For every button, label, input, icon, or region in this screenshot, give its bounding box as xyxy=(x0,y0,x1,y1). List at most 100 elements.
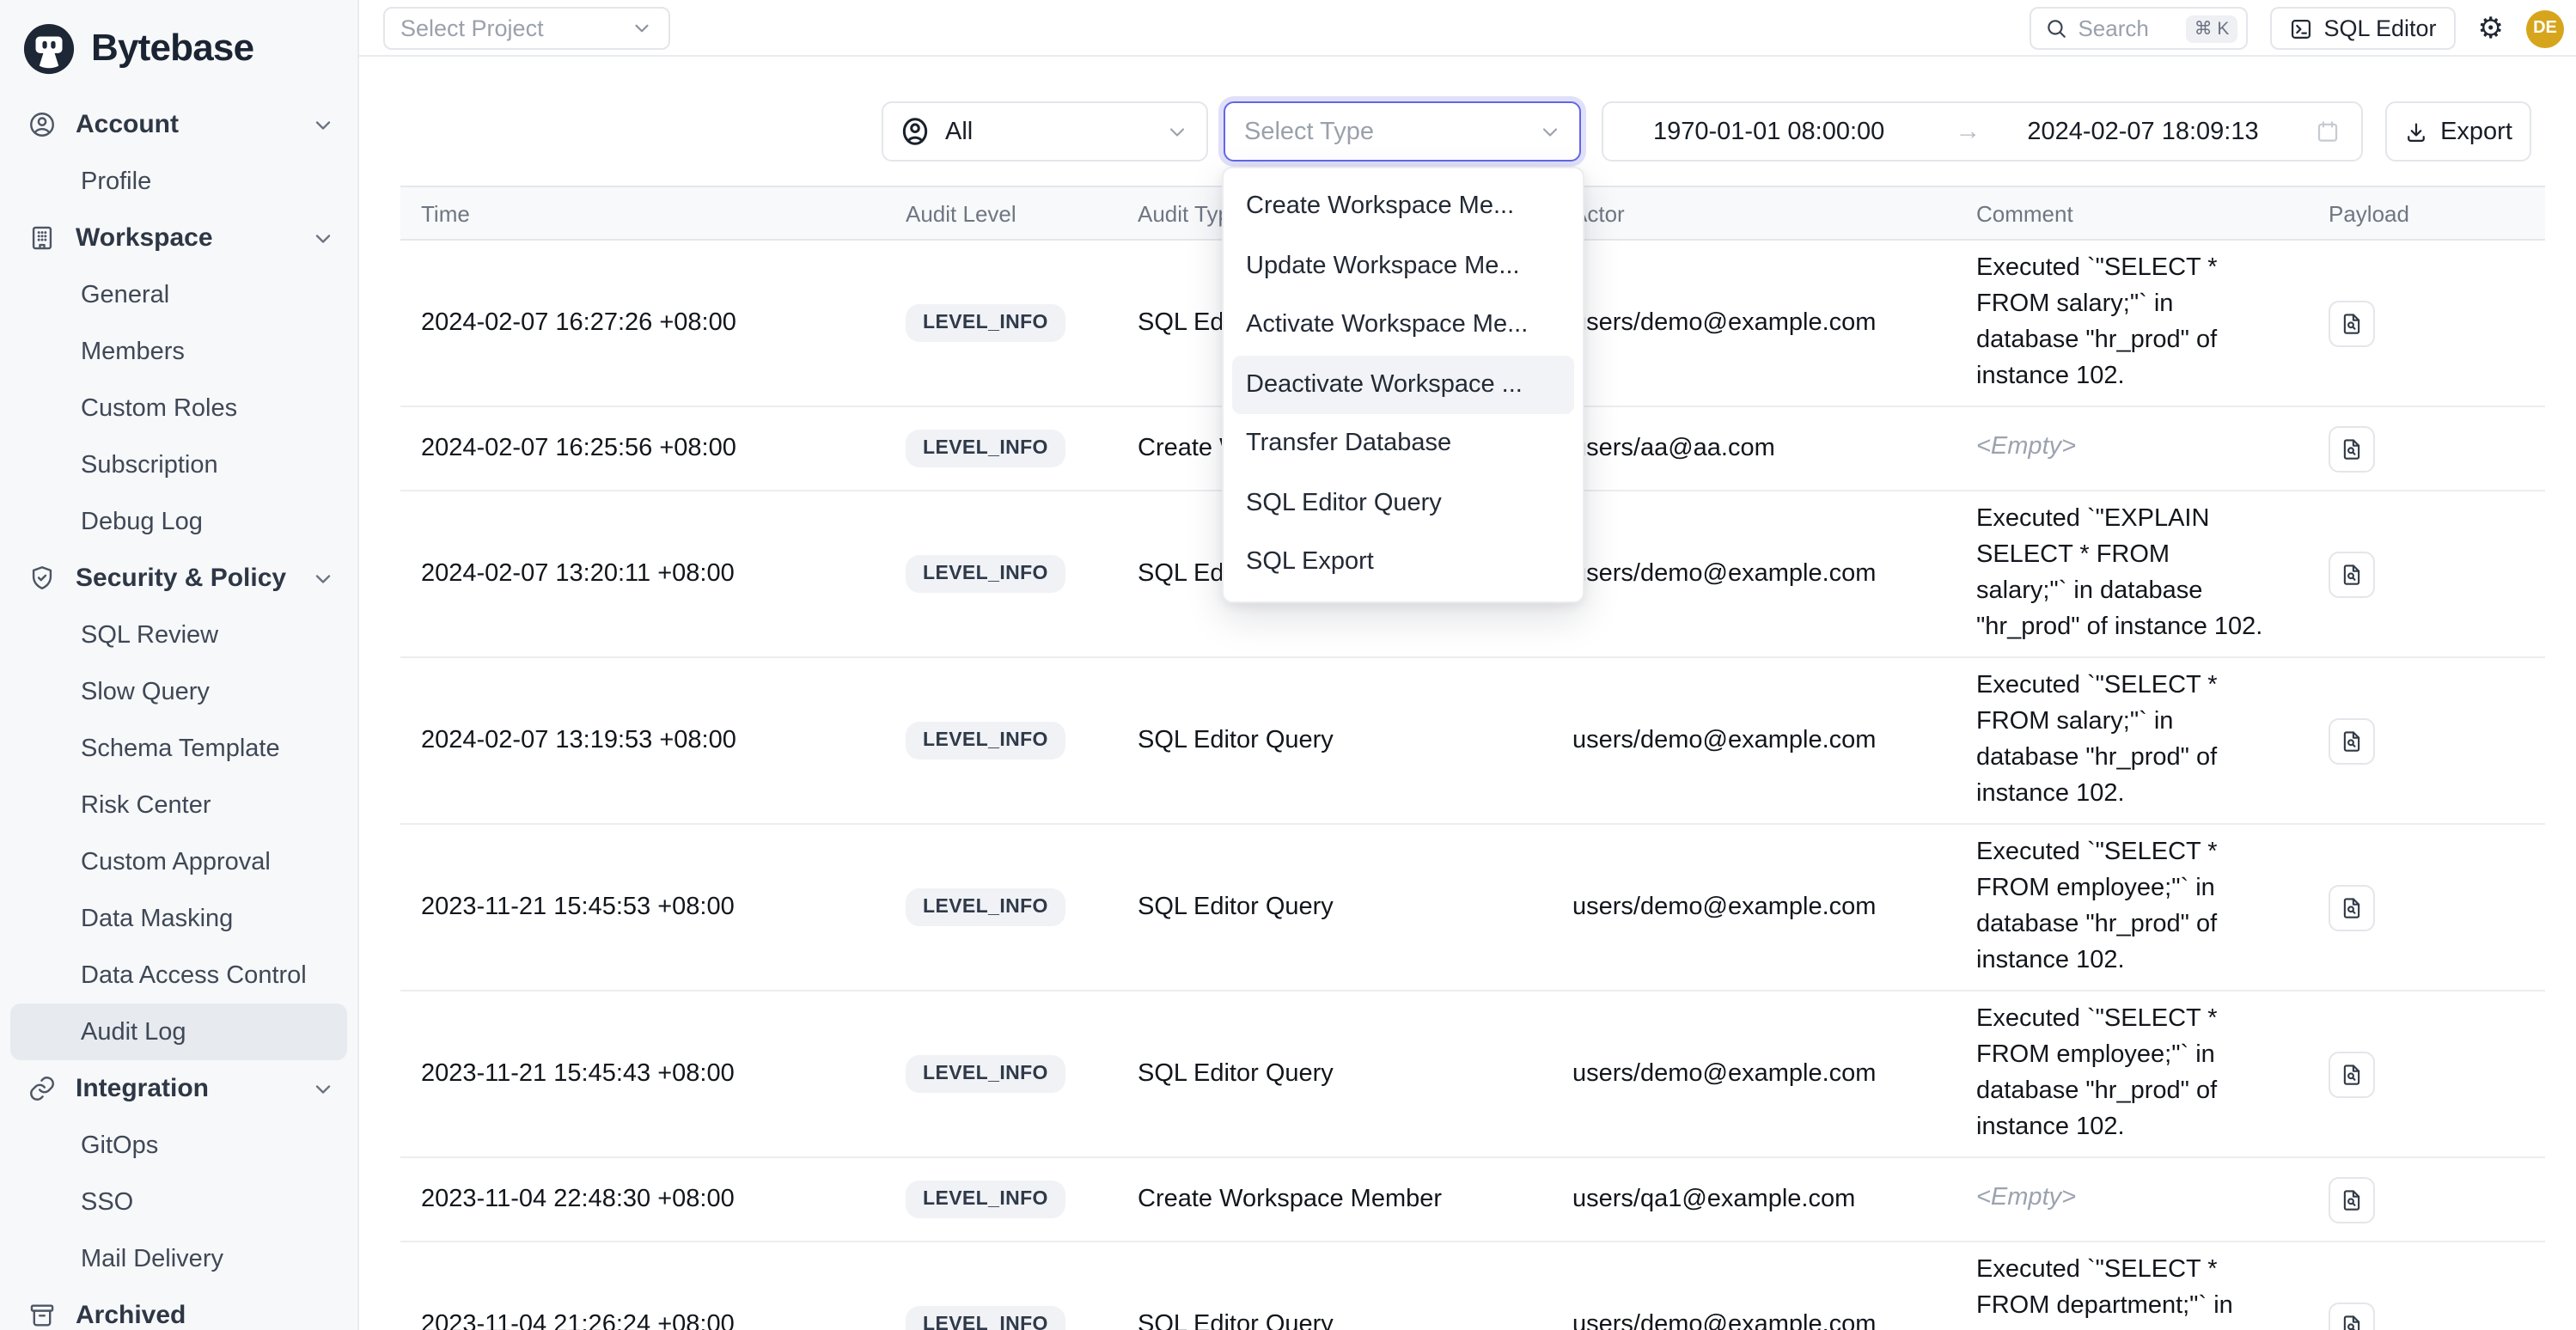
bytebase-app: Bytebase Account Profile Workspace Gener… xyxy=(0,0,2576,1330)
sidebar-item-debug-log[interactable]: Debug Log xyxy=(0,493,357,550)
sidebar-item-schema-template[interactable]: Schema Template xyxy=(0,720,357,777)
brand-name: Bytebase xyxy=(91,26,253,70)
level-badge: LEVEL_INFO xyxy=(906,888,1065,926)
level-badge: LEVEL_INFO xyxy=(906,1055,1065,1093)
cell-time: 2024-02-07 13:19:53 +08:00 xyxy=(421,727,906,754)
table-row: 2023-11-04 22:48:30 +08:00 LEVEL_INFO Cr… xyxy=(400,1158,2545,1242)
logo-row[interactable]: Bytebase xyxy=(0,0,357,96)
payload-view-button[interactable] xyxy=(2329,551,2375,597)
cell-actor: users/demo@example.com xyxy=(1572,309,1976,337)
sidebar-item-slow-query[interactable]: Slow Query xyxy=(0,663,357,720)
type-filter-dropdown: Create Workspace Me... Update Workspace … xyxy=(1222,167,1584,602)
sidebar-item-account[interactable]: Account xyxy=(0,96,357,153)
menu-item-transfer-database[interactable]: Transfer Database xyxy=(1224,414,1583,473)
cell-level: LEVEL_INFO xyxy=(906,1181,1138,1218)
payload-view-button[interactable] xyxy=(2329,300,2375,346)
link-icon xyxy=(27,1074,57,1103)
sql-editor-button[interactable]: SQL Editor xyxy=(2270,7,2455,50)
sidebar-item-sql-review[interactable]: SQL Review xyxy=(0,607,357,663)
sidebar-item-gitops[interactable]: GitOps xyxy=(0,1117,357,1174)
export-button[interactable]: Export xyxy=(2385,101,2531,162)
cell-actor: users/demo@example.com xyxy=(1572,1060,1976,1088)
sidebar-item-archived[interactable]: Archived xyxy=(0,1287,357,1330)
building-icon xyxy=(27,223,57,253)
menu-item-create-workspace-member[interactable]: Create Workspace Me... xyxy=(1224,177,1583,236)
sidebar-item-data-access-control[interactable]: Data Access Control xyxy=(0,947,357,1004)
sidebar-item-risk-center[interactable]: Risk Center xyxy=(0,777,357,833)
file-search-icon xyxy=(2339,1312,2365,1330)
col-audit-level: Audit Level xyxy=(906,200,1138,226)
project-select[interactable]: Select Project xyxy=(383,7,670,50)
payload-view-button[interactable] xyxy=(2329,425,2375,472)
chevron-down-icon xyxy=(311,1077,335,1101)
cell-level: LEVEL_INFO xyxy=(906,722,1138,760)
col-payload: Payload xyxy=(2329,200,2545,226)
level-badge: LEVEL_INFO xyxy=(906,304,1065,342)
cell-level: LEVEL_INFO xyxy=(906,1306,1138,1330)
payload-view-button[interactable] xyxy=(2329,1176,2375,1223)
sidebar-item-members[interactable]: Members xyxy=(0,323,357,380)
gear-icon[interactable]: ⚙ xyxy=(2478,14,2505,43)
date-range-picker[interactable]: 1970-01-01 08:00:00 → 2024-02-07 18:09:1… xyxy=(1602,101,2363,162)
sidebar-item-general[interactable]: General xyxy=(0,266,357,323)
menu-item-activate-workspace-member[interactable]: Activate Workspace Me... xyxy=(1224,296,1583,355)
menu-item-sql-export[interactable]: SQL Export xyxy=(1224,533,1583,592)
menu-item-deactivate-workspace-member[interactable]: Deactivate Workspace ... xyxy=(1232,355,1574,414)
sidebar-item-data-masking[interactable]: Data Masking xyxy=(0,890,357,947)
file-search-icon xyxy=(2339,1061,2365,1087)
cell-type: SQL Editor Query xyxy=(1138,1060,1572,1088)
payload-view-button[interactable] xyxy=(2329,1302,2375,1330)
cell-level: LEVEL_INFO xyxy=(906,304,1138,342)
user-circle-icon xyxy=(27,110,57,139)
topbar-right: Search ⌘ K SQL Editor ⚙ DE xyxy=(2030,0,2564,57)
table-row: 2023-11-21 15:45:53 +08:00 LEVEL_INFO SQ… xyxy=(400,825,2545,991)
table-row: 2023-11-04 21:26:24 +08:00 LEVEL_INFO SQ… xyxy=(400,1242,2545,1330)
sidebar-item-subscription[interactable]: Subscription xyxy=(0,436,357,493)
col-comment: Comment xyxy=(1976,200,2329,226)
level-badge: LEVEL_INFO xyxy=(906,1306,1065,1330)
cell-actor: users/demo@example.com xyxy=(1572,1311,1976,1330)
sidebar-item-sso[interactable]: SSO xyxy=(0,1174,357,1230)
sidebar-item-integration[interactable]: Integration xyxy=(0,1060,357,1117)
menu-item-update-workspace-member[interactable]: Update Workspace Me... xyxy=(1224,236,1583,296)
cell-actor: users/qa1@example.com xyxy=(1572,1186,1976,1213)
user-circle-icon xyxy=(899,115,931,148)
sidebar-item-custom-roles[interactable]: Custom Roles xyxy=(0,380,357,436)
archive-icon xyxy=(27,1301,57,1330)
file-search-icon xyxy=(2339,1187,2365,1212)
menu-item-sql-editor-query[interactable]: SQL Editor Query xyxy=(1224,473,1583,533)
date-from: 1970-01-01 08:00:00 xyxy=(1653,118,1884,145)
sidebar-item-workspace[interactable]: Workspace xyxy=(0,210,357,266)
sidebar: Bytebase Account Profile Workspace Gener… xyxy=(0,0,359,1330)
cell-comment: Executed `"SELECT * FROM salary;"` in da… xyxy=(1976,668,2265,813)
file-search-icon xyxy=(2339,436,2365,461)
shield-check-icon xyxy=(27,564,57,593)
sidebar-item-mail-delivery[interactable]: Mail Delivery xyxy=(0,1230,357,1287)
cell-level: LEVEL_INFO xyxy=(906,888,1138,926)
file-search-icon xyxy=(2339,310,2365,336)
search-input[interactable]: Search ⌘ K xyxy=(2030,7,2248,50)
arrow-right-icon: → xyxy=(1955,117,1981,146)
sidebar-nav: Account Profile Workspace General Member… xyxy=(0,96,357,1330)
table-row: 2023-11-21 15:45:43 +08:00 LEVEL_INFO SQ… xyxy=(400,991,2545,1158)
cell-type: SQL Editor Query xyxy=(1138,727,1572,754)
actor-filter-select[interactable]: All xyxy=(882,101,1208,162)
sidebar-item-audit-log[interactable]: Audit Log xyxy=(10,1004,347,1060)
cell-comment: <Empty> xyxy=(1976,1181,2265,1217)
chevron-down-icon xyxy=(311,566,335,590)
payload-view-button[interactable] xyxy=(2329,1051,2375,1097)
cell-time: 2023-11-21 15:45:53 +08:00 xyxy=(421,894,906,921)
avatar[interactable]: DE xyxy=(2526,9,2564,47)
search-shortcut-kbd: ⌘ K xyxy=(2186,15,2238,42)
sidebar-item-custom-approval[interactable]: Custom Approval xyxy=(0,833,357,890)
table-row: 2024-02-07 13:19:53 +08:00 LEVEL_INFO SQ… xyxy=(400,658,2545,825)
search-icon xyxy=(2045,17,2067,40)
type-filter-select[interactable]: Select Type xyxy=(1224,101,1581,162)
sidebar-item-security-policy[interactable]: Security & Policy xyxy=(0,550,357,607)
cell-comment: Executed `"SELECT * FROM salary;"` in da… xyxy=(1976,251,2265,395)
payload-view-button[interactable] xyxy=(2329,884,2375,930)
sidebar-item-profile[interactable]: Profile xyxy=(0,153,357,210)
download-icon xyxy=(2404,119,2428,143)
level-badge: LEVEL_INFO xyxy=(906,430,1065,467)
payload-view-button[interactable] xyxy=(2329,717,2375,764)
